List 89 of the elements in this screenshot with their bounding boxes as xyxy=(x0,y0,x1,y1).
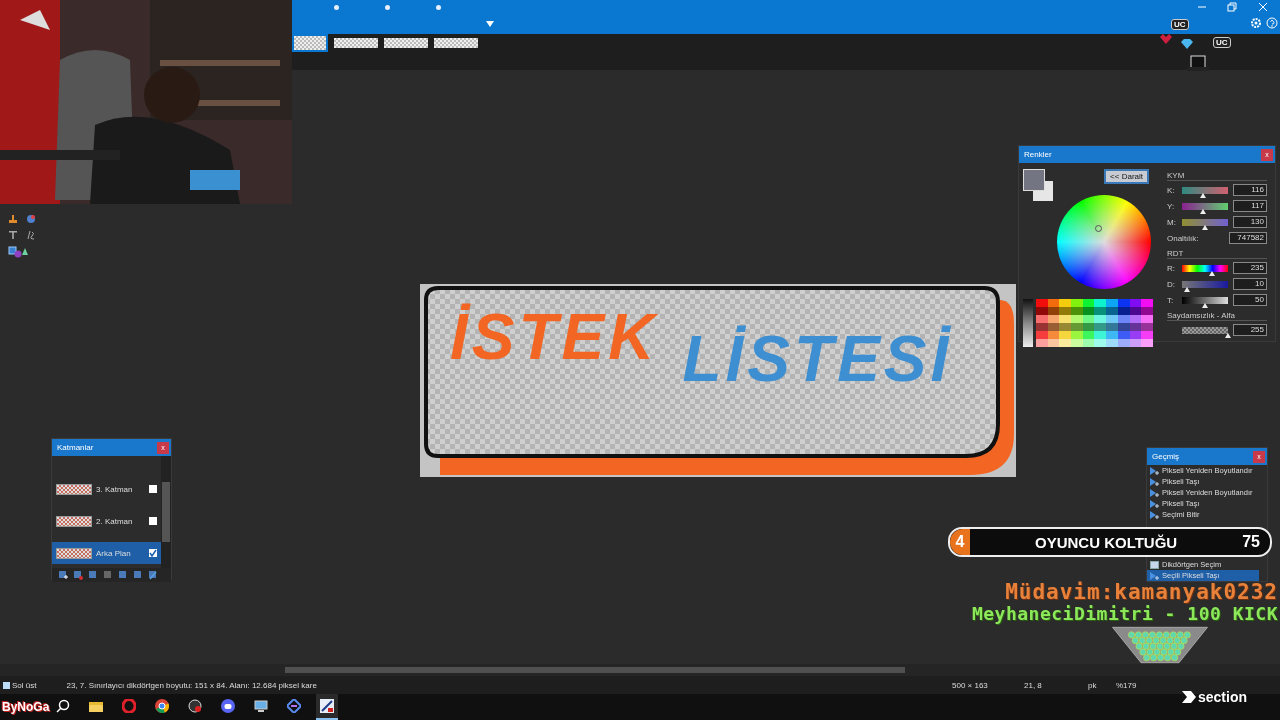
settings-icon[interactable] xyxy=(1250,17,1262,29)
visibility-checkbox[interactable] xyxy=(149,549,157,557)
status-text: Sol üst xyxy=(12,680,37,690)
sticker-badge: UC xyxy=(1171,19,1189,30)
zoom-text[interactable]: %179 xyxy=(1116,680,1137,690)
slider-label: R: xyxy=(1167,263,1176,273)
layer-tool-icon[interactable] xyxy=(148,570,158,580)
section-heading: Saydamsızlık - Alfa xyxy=(1167,311,1267,321)
scrollbar[interactable] xyxy=(0,664,1280,676)
selection-icon xyxy=(1150,560,1159,569)
layer-item[interactable]: 3. Katman xyxy=(52,478,161,500)
brand-name: section xyxy=(1198,689,1247,705)
slider-label: Y: xyxy=(1167,201,1176,211)
rank-badge: 4 xyxy=(950,529,970,555)
menu-dot-icon[interactable] xyxy=(385,5,390,10)
layer-name: 2. Katman xyxy=(96,516,134,526)
collapse-button[interactable]: << Daralt xyxy=(1104,169,1149,184)
layer-item[interactable]: 2. Katman xyxy=(52,510,161,532)
section-heading: RDT xyxy=(1167,249,1267,259)
menu-dot-icon[interactable] xyxy=(436,5,441,10)
visibility-checkbox[interactable] xyxy=(149,485,157,493)
help-icon[interactable] xyxy=(1266,17,1278,29)
slider-label: T: xyxy=(1167,295,1175,305)
banner-text: LİSTESİ xyxy=(682,324,953,395)
sticker-badge: UC xyxy=(1213,37,1231,48)
number-field[interactable]: 255 xyxy=(1233,324,1267,336)
section-heading: KYM xyxy=(1167,171,1267,181)
visibility-checkbox[interactable] xyxy=(149,517,157,525)
taskbar-icon[interactable] xyxy=(316,694,338,720)
layer-thumbnail xyxy=(56,515,92,527)
image-size-text: 500 × 163 xyxy=(952,680,988,690)
slider-thumb[interactable] xyxy=(1202,302,1208,308)
panel-title: Renkler xyxy=(1024,150,1052,159)
restore-icon[interactable] xyxy=(1227,2,1237,12)
cursor-position-text: 21, 8 xyxy=(1024,680,1042,690)
number-field[interactable]: 130 xyxy=(1233,216,1267,228)
layer-name: Arka Plan xyxy=(96,548,132,558)
hex-label: Onaltılık: xyxy=(1167,233,1200,243)
slider-thumb[interactable] xyxy=(1183,286,1190,292)
layer-item[interactable]: Arka Plan xyxy=(52,542,161,564)
slider-label: D: xyxy=(1167,279,1176,289)
slider-thumb[interactable] xyxy=(1199,192,1206,198)
banner-title: OYUNCU KOLTUĞU xyxy=(1034,533,1179,551)
stamp-icon[interactable] xyxy=(8,214,18,224)
move-icon xyxy=(1150,510,1159,519)
hex-field[interactable]: 747582 xyxy=(1229,232,1267,244)
unit-selector[interactable]: pk xyxy=(1088,680,1097,690)
shade-palette[interactable] xyxy=(1023,299,1033,347)
brand-icon xyxy=(1182,691,1196,703)
overlay-text: MeyhaneciDimitri - 100 KICK xyxy=(971,603,1278,624)
move-icon xyxy=(1150,466,1159,475)
banner-text: İSTEK xyxy=(450,302,659,373)
number-field[interactable]: 50 xyxy=(1233,294,1267,306)
layer-thumbnail xyxy=(56,547,92,559)
dropdown-icon[interactable] xyxy=(486,21,494,27)
color-palette[interactable] xyxy=(1036,299,1153,347)
text-tool-icon[interactable] xyxy=(8,230,18,240)
move-icon xyxy=(1150,488,1159,497)
status-text: 23, 7. Sınırlayıcı dikdörtgen boyutu: 151 x 84. Alanı: 12.684 piksel kare xyxy=(66,680,317,690)
slider-label: K: xyxy=(1167,185,1176,195)
slider-thumb[interactable] xyxy=(1209,270,1216,276)
number-field[interactable]: 117 xyxy=(1233,200,1267,212)
overlay-text: Müdavim:kamanyak0232 xyxy=(1005,580,1278,604)
channel-logo: ByNoGa xyxy=(2,700,50,714)
shapes-icon[interactable] xyxy=(8,246,28,258)
slider-thumb[interactable] xyxy=(1200,208,1207,214)
number-field[interactable]: 10 xyxy=(1233,278,1267,290)
move-icon xyxy=(1150,571,1159,580)
panel-title: Katmanlar xyxy=(57,443,94,452)
menu-dot-icon[interactable] xyxy=(334,5,339,10)
number-field[interactable]: 235 xyxy=(1233,262,1267,274)
slider-label: M: xyxy=(1167,217,1177,227)
move-icon xyxy=(1150,499,1159,508)
diamond-icon xyxy=(1181,39,1193,49)
recolor-icon[interactable] xyxy=(26,214,36,224)
scrollbar[interactable] xyxy=(161,456,171,568)
close-icon[interactable] xyxy=(1258,2,1268,12)
layer-tool-icon[interactable] xyxy=(58,570,68,580)
line-tool-icon[interactable] xyxy=(26,230,36,240)
slider-thumb[interactable] xyxy=(1202,224,1209,230)
layer-thumbnail xyxy=(56,483,92,495)
image-tab[interactable] xyxy=(292,34,328,52)
move-icon xyxy=(1150,477,1159,486)
color-swatches[interactable] xyxy=(1023,169,1055,201)
selection-icon xyxy=(3,681,10,689)
panel-title: Geçmiş xyxy=(1152,452,1180,461)
seat-count: 75 xyxy=(1242,533,1260,551)
number-field[interactable]: 116 xyxy=(1233,184,1267,196)
layer-name: 3. Katman xyxy=(96,484,134,494)
